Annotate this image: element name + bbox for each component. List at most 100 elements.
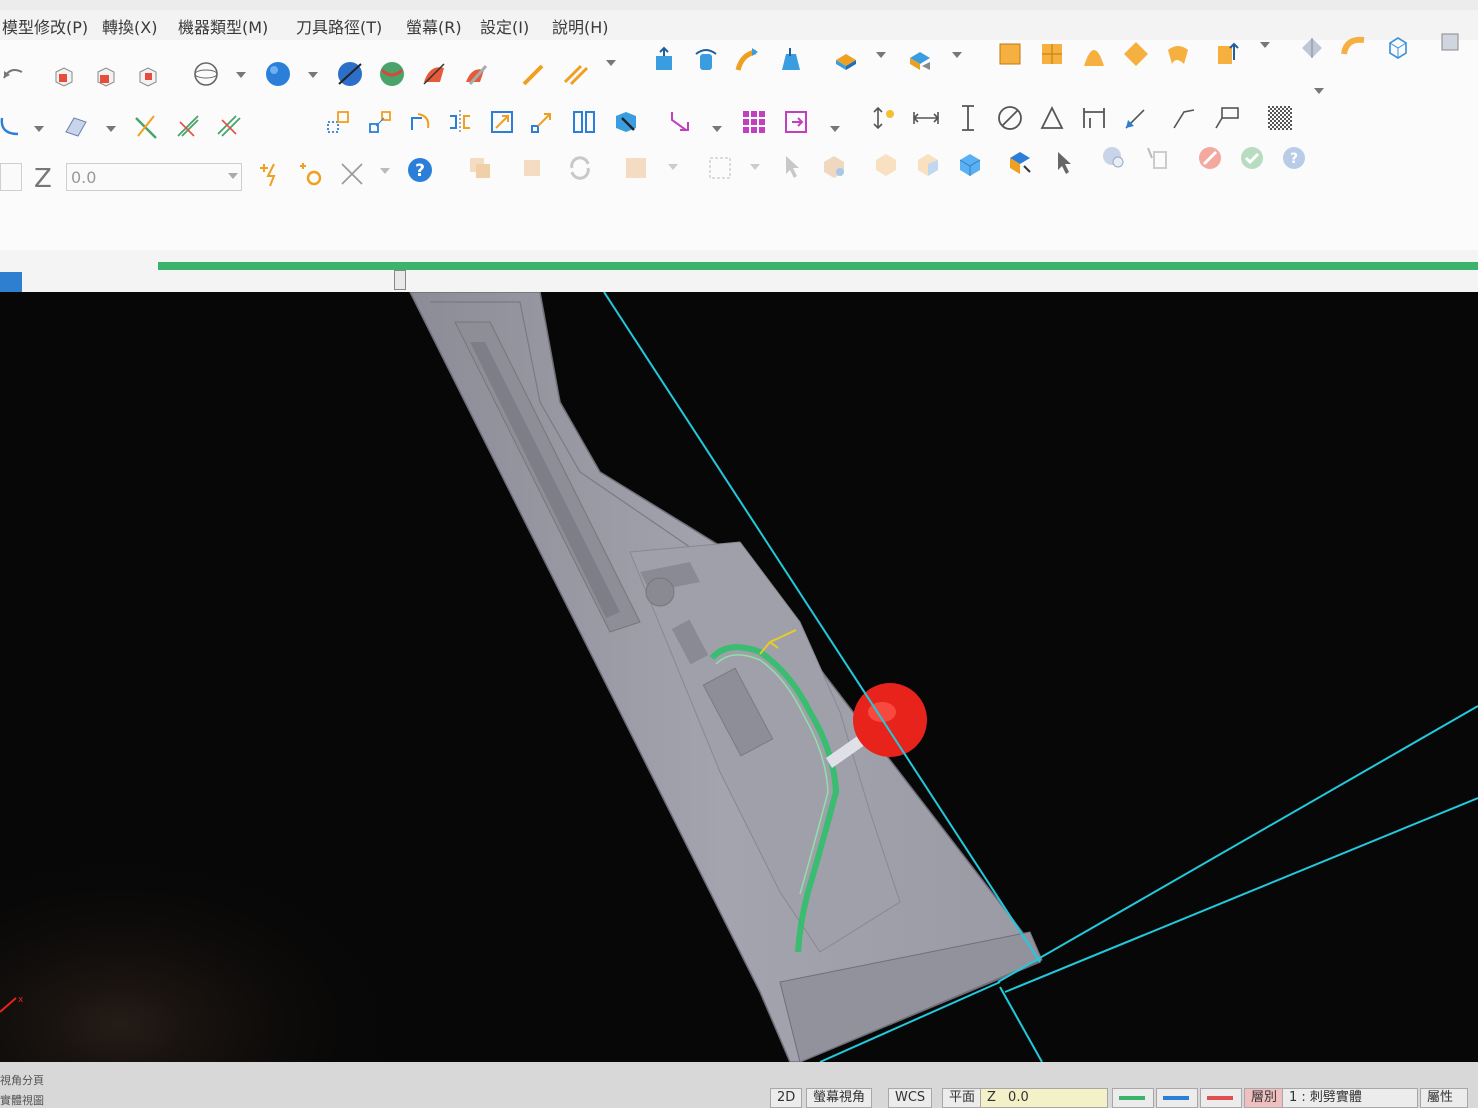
leader-line-icon[interactable] bbox=[1170, 104, 1198, 132]
chevron-down-icon[interactable] bbox=[32, 124, 46, 134]
z-depth-input[interactable] bbox=[66, 163, 242, 191]
rotate-icon[interactable] bbox=[406, 108, 434, 136]
solid-box-subtract-icon[interactable] bbox=[92, 62, 120, 90]
menu-machine-type[interactable]: 機器類型(M) bbox=[178, 14, 268, 38]
line-style-button[interactable] bbox=[1200, 1088, 1242, 1108]
chevron-down-icon[interactable] bbox=[828, 124, 842, 134]
trim-curve-icon[interactable] bbox=[132, 112, 160, 140]
cross-snap-icon[interactable] bbox=[338, 160, 366, 188]
grid-array-icon[interactable] bbox=[740, 108, 768, 136]
chevron-down-icon[interactable] bbox=[104, 124, 118, 134]
dimension-vertical-icon[interactable] bbox=[954, 104, 982, 132]
color-swatch-green[interactable] bbox=[1112, 1088, 1154, 1108]
wireframe-sphere-icon[interactable] bbox=[192, 60, 220, 88]
layer-select[interactable]: 1 : 刺劈實體 bbox=[1282, 1088, 1418, 1108]
line-pencil-icon[interactable] bbox=[520, 60, 548, 88]
chevron-down-icon[interactable] bbox=[234, 70, 248, 80]
diamond-surface-icon[interactable] bbox=[1122, 40, 1150, 68]
dimension-horizontal-icon[interactable] bbox=[912, 104, 940, 132]
panel-pin-icon[interactable] bbox=[1436, 28, 1464, 56]
graphics-viewport[interactable]: x bbox=[0, 292, 1478, 1062]
plane-rect-icon[interactable] bbox=[996, 40, 1024, 68]
surface-patch-icon[interactable] bbox=[62, 112, 90, 140]
status-z-field[interactable]: Z 0.0 bbox=[980, 1088, 1108, 1108]
viewport-canvas[interactable]: x bbox=[0, 292, 1478, 1062]
mode-2d-button[interactable]: 2D bbox=[770, 1088, 803, 1108]
mirror-icon[interactable] bbox=[446, 108, 474, 136]
chevron-down-icon[interactable] bbox=[710, 124, 724, 134]
chevron-down-icon[interactable] bbox=[950, 50, 964, 60]
join-curve-icon[interactable] bbox=[214, 112, 242, 140]
scale-icon[interactable] bbox=[488, 108, 516, 136]
progress-slider-handle[interactable] bbox=[394, 270, 406, 290]
chevron-down-icon[interactable] bbox=[1258, 40, 1272, 50]
surface-cut-icon[interactable] bbox=[462, 60, 490, 88]
fillet-solid-icon[interactable] bbox=[832, 46, 860, 74]
hatch-pattern-icon[interactable] bbox=[1266, 104, 1294, 132]
extrude-icon[interactable] bbox=[650, 46, 678, 74]
sphere-icon[interactable] bbox=[264, 60, 292, 88]
pointer-cursor-icon[interactable] bbox=[1050, 148, 1078, 176]
chevron-down-icon[interactable] bbox=[378, 166, 392, 176]
revolve-icon[interactable] bbox=[692, 46, 720, 74]
arch-surface-icon[interactable] bbox=[1080, 40, 1108, 68]
menu-screen[interactable]: 螢幕(R) bbox=[406, 14, 462, 38]
menu-settings[interactable]: 設定(I) bbox=[480, 14, 529, 38]
arc-tool-icon[interactable] bbox=[0, 112, 24, 140]
translate-icon[interactable] bbox=[324, 108, 352, 136]
wire-cube-icon[interactable] bbox=[1384, 34, 1412, 62]
note-callout-icon[interactable] bbox=[1212, 104, 1240, 132]
menu-transform[interactable]: 轉換(X) bbox=[102, 14, 157, 38]
grid-surface-icon[interactable] bbox=[1038, 40, 1066, 68]
menu-model-modify[interactable]: 模型修改(P) bbox=[2, 14, 88, 38]
sphere-trim-icon[interactable] bbox=[378, 60, 406, 88]
array-box-icon[interactable] bbox=[782, 108, 810, 136]
stretch-icon[interactable] bbox=[528, 108, 556, 136]
view-tab-label[interactable]: 視角分頁 bbox=[0, 1072, 44, 1088]
project-solid-icon[interactable] bbox=[612, 108, 640, 136]
attributes-button[interactable]: 屬性 bbox=[1420, 1088, 1468, 1108]
plane-button[interactable]: 平面 bbox=[942, 1088, 983, 1108]
translate-3d-icon[interactable] bbox=[366, 108, 394, 136]
point-style-button[interactable] bbox=[1156, 1088, 1198, 1108]
leader-arrow-icon[interactable] bbox=[1122, 104, 1150, 132]
solid-cube-icon[interactable] bbox=[956, 150, 984, 178]
sphere-section-icon[interactable] bbox=[336, 60, 364, 88]
chevron-down-icon[interactable] bbox=[1312, 86, 1326, 96]
screen-view-button[interactable]: 螢幕視角 bbox=[806, 1088, 873, 1108]
surface-split-icon[interactable] bbox=[420, 60, 448, 88]
left-dropdown[interactable] bbox=[0, 163, 22, 191]
menu-help[interactable]: 說明(H) bbox=[552, 14, 609, 38]
chamfer-solid-icon[interactable] bbox=[906, 46, 934, 74]
undo-icon[interactable] bbox=[0, 62, 28, 90]
solid-view-tab-label[interactable]: 實體視圖 bbox=[0, 1092, 44, 1108]
sweep-icon[interactable] bbox=[734, 46, 762, 74]
dimension-angle-icon[interactable] bbox=[1038, 104, 1066, 132]
help-icon[interactable]: ? bbox=[406, 156, 434, 184]
break-curve-icon[interactable] bbox=[174, 112, 202, 140]
surface-projection-icon[interactable] bbox=[1298, 34, 1326, 62]
chevron-down-icon[interactable] bbox=[306, 70, 320, 80]
offset-parallel-icon[interactable] bbox=[570, 108, 598, 136]
chevron-down-icon[interactable] bbox=[874, 50, 888, 60]
point-settings-icon[interactable] bbox=[296, 160, 324, 188]
surface-wrap-icon[interactable] bbox=[1340, 34, 1368, 62]
wcs-button[interactable]: WCS bbox=[888, 1088, 933, 1108]
solid-box-add-icon[interactable] bbox=[50, 62, 78, 90]
dimension-diameter-icon[interactable] bbox=[996, 104, 1024, 132]
view-transform-icon[interactable] bbox=[1006, 148, 1034, 176]
offset-surface-icon[interactable] bbox=[1212, 40, 1240, 68]
curved-surface-icon[interactable] bbox=[1164, 40, 1192, 68]
dimension-vertical-point-icon[interactable] bbox=[870, 104, 898, 132]
chevron-down-icon[interactable] bbox=[226, 171, 240, 181]
parallel-lines-icon[interactable] bbox=[562, 60, 590, 88]
solid-box-intersect-icon[interactable] bbox=[134, 62, 162, 90]
simulation-progress-bar[interactable] bbox=[158, 262, 1478, 270]
array-translate-icon[interactable] bbox=[666, 108, 694, 136]
loft-icon[interactable] bbox=[776, 46, 804, 74]
menu-toolpath[interactable]: 刀具路徑(T) bbox=[296, 14, 382, 38]
chevron-down-icon[interactable] bbox=[604, 58, 618, 68]
dimension-baseline-icon[interactable] bbox=[1080, 104, 1108, 132]
layer-label-button[interactable]: 層別 bbox=[1244, 1088, 1285, 1108]
auto-cursor-icon[interactable] bbox=[256, 160, 284, 188]
